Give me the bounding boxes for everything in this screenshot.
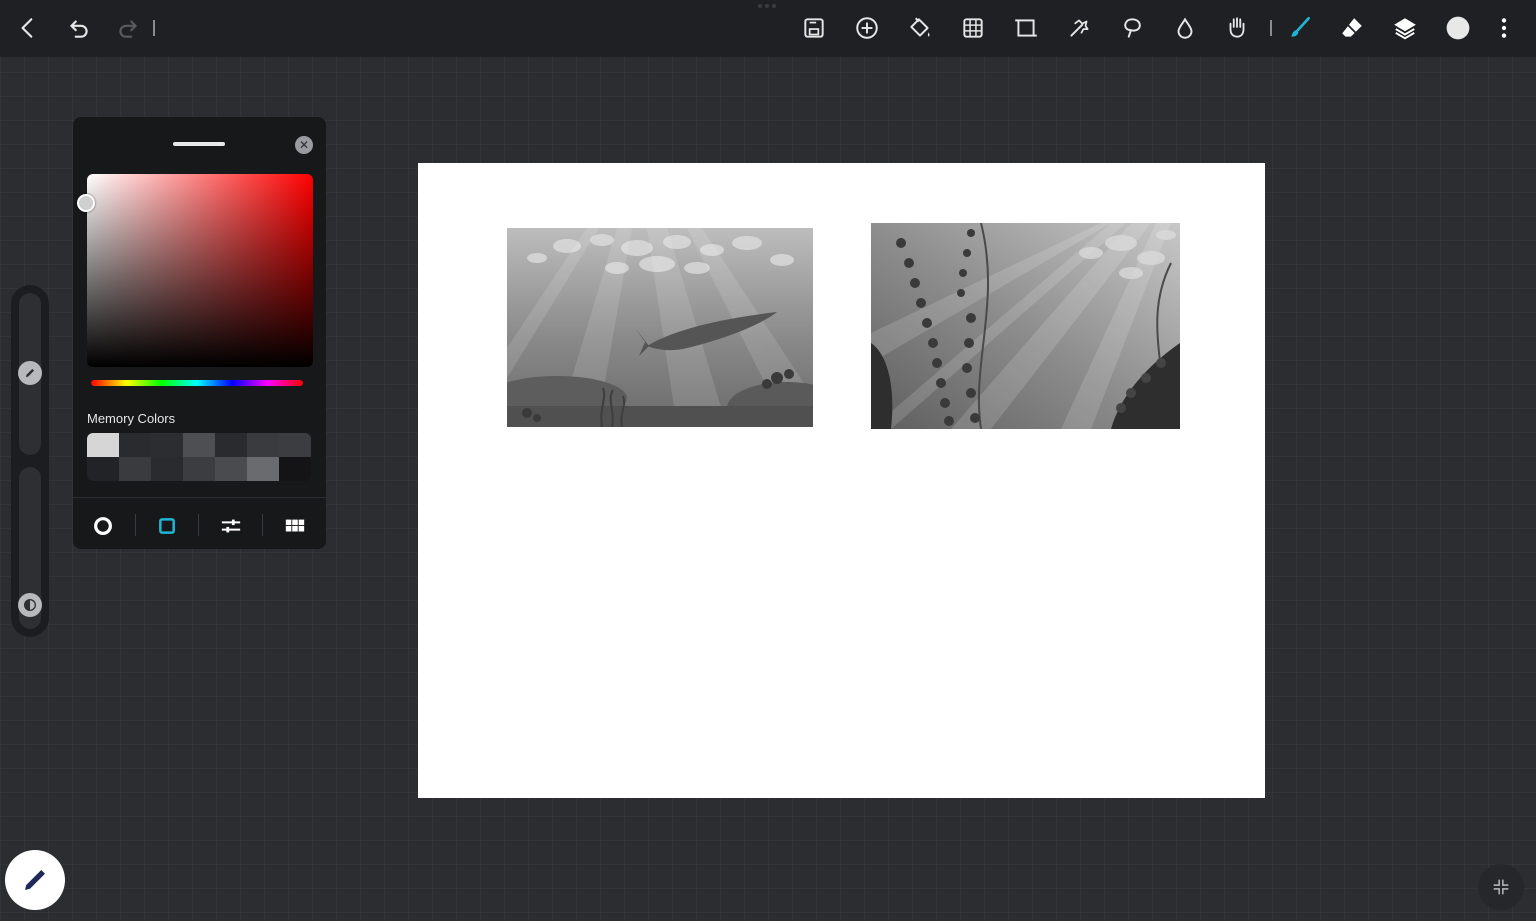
current-color-button[interactable] <box>1440 10 1476 46</box>
lasso-button[interactable] <box>1114 10 1150 46</box>
memory-colors-grid <box>87 433 311 481</box>
add-button[interactable] <box>849 10 885 46</box>
smudge-button[interactable] <box>1219 10 1255 46</box>
brush-size-knob[interactable] <box>18 361 42 385</box>
sliders-mode-button[interactable] <box>217 512 245 540</box>
square-mode-button[interactable] <box>153 512 181 540</box>
redo-icon <box>119 20 137 38</box>
memory-color-swatch[interactable] <box>87 433 119 457</box>
mode-divider <box>198 514 199 536</box>
sliders-mode-icon <box>221 519 241 533</box>
memory-color-swatch[interactable] <box>247 433 279 457</box>
memory-color-swatch[interactable] <box>183 433 215 457</box>
close-icon: ✕ <box>298 138 310 152</box>
saturation-value-picker[interactable] <box>87 174 313 367</box>
eraser-button[interactable] <box>1334 10 1370 46</box>
panel-drag-handle[interactable] <box>173 142 225 146</box>
blur-drop-button[interactable] <box>1167 10 1203 46</box>
top-toolbar <box>0 0 1536 57</box>
pen-icon <box>25 870 45 890</box>
color-picker-knob[interactable] <box>77 194 95 212</box>
toolbar-divider <box>1270 20 1272 36</box>
memory-color-swatch[interactable] <box>151 457 183 481</box>
fill-bucket-icon <box>910 17 930 37</box>
blur-drop-icon <box>1177 17 1193 39</box>
current-color-swatch <box>1446 16 1470 40</box>
palette-grid-button[interactable] <box>281 512 309 540</box>
magic-wand-icon <box>1070 19 1089 37</box>
palette-grid-icon <box>285 519 305 532</box>
crop-button[interactable] <box>1008 10 1044 46</box>
memory-colors-label: Memory Colors <box>87 411 176 426</box>
grid-button[interactable] <box>955 10 991 46</box>
drawing-canvas[interactable] <box>418 163 1265 798</box>
panel-divider <box>73 497 326 498</box>
underwater-seaweed-image[interactable] <box>871 223 1180 429</box>
memory-color-swatch[interactable] <box>215 457 247 481</box>
undo-button[interactable] <box>61 10 97 46</box>
more-vertical-icon <box>1501 18 1507 38</box>
toolbar-grab-handle <box>758 4 778 8</box>
opacity-icon <box>24 599 36 611</box>
add-icon <box>856 17 878 39</box>
back-button[interactable] <box>10 10 46 46</box>
memory-color-swatch[interactable] <box>119 433 151 457</box>
brush-button[interactable] <box>1282 10 1318 46</box>
more-menu-button[interactable] <box>1486 10 1522 46</box>
smudge-icon <box>1229 17 1245 38</box>
grid-icon <box>963 18 983 38</box>
mode-divider <box>135 514 136 536</box>
pen-tool-button[interactable] <box>5 850 65 910</box>
close-panel-button[interactable]: ✕ <box>295 136 313 154</box>
underwater-whale-image[interactable] <box>507 228 813 427</box>
save-button[interactable] <box>796 10 832 46</box>
memory-color-swatch[interactable] <box>183 457 215 481</box>
layers-icon <box>1394 18 1416 40</box>
hue-slider[interactable] <box>91 380 303 386</box>
opacity-knob[interactable] <box>18 593 42 617</box>
layers-button[interactable] <box>1387 10 1423 46</box>
memory-color-swatch[interactable] <box>279 457 311 481</box>
memory-color-swatch[interactable] <box>215 433 247 457</box>
square-mode-icon <box>159 518 175 534</box>
memory-color-swatch[interactable] <box>279 433 311 457</box>
memory-color-swatch[interactable] <box>247 457 279 481</box>
fill-bucket-button[interactable] <box>902 10 938 46</box>
lasso-icon <box>1124 18 1141 38</box>
undo-icon <box>70 20 88 38</box>
collapse-ui-button[interactable] <box>1478 864 1524 910</box>
memory-color-swatch[interactable] <box>87 457 119 481</box>
eraser-icon <box>1342 18 1362 37</box>
side-slider-bar <box>11 285 49 637</box>
back-icon <box>21 18 33 38</box>
color-picker-panel: ✕ Memory Colors <box>73 117 326 549</box>
disc-mode-icon <box>94 517 112 535</box>
memory-color-swatch[interactable] <box>151 433 183 457</box>
brush-icon <box>1291 16 1310 37</box>
memory-color-swatch[interactable] <box>119 457 151 481</box>
redo-button[interactable] <box>110 10 146 46</box>
pencil-icon <box>25 368 35 378</box>
toolbar-divider <box>153 20 155 36</box>
magic-wand-button[interactable] <box>1061 10 1097 46</box>
save-icon <box>804 18 824 38</box>
collapse-icon <box>1493 879 1509 895</box>
mode-divider <box>262 514 263 536</box>
disc-mode-button[interactable] <box>89 512 117 540</box>
crop-icon <box>1015 19 1037 37</box>
